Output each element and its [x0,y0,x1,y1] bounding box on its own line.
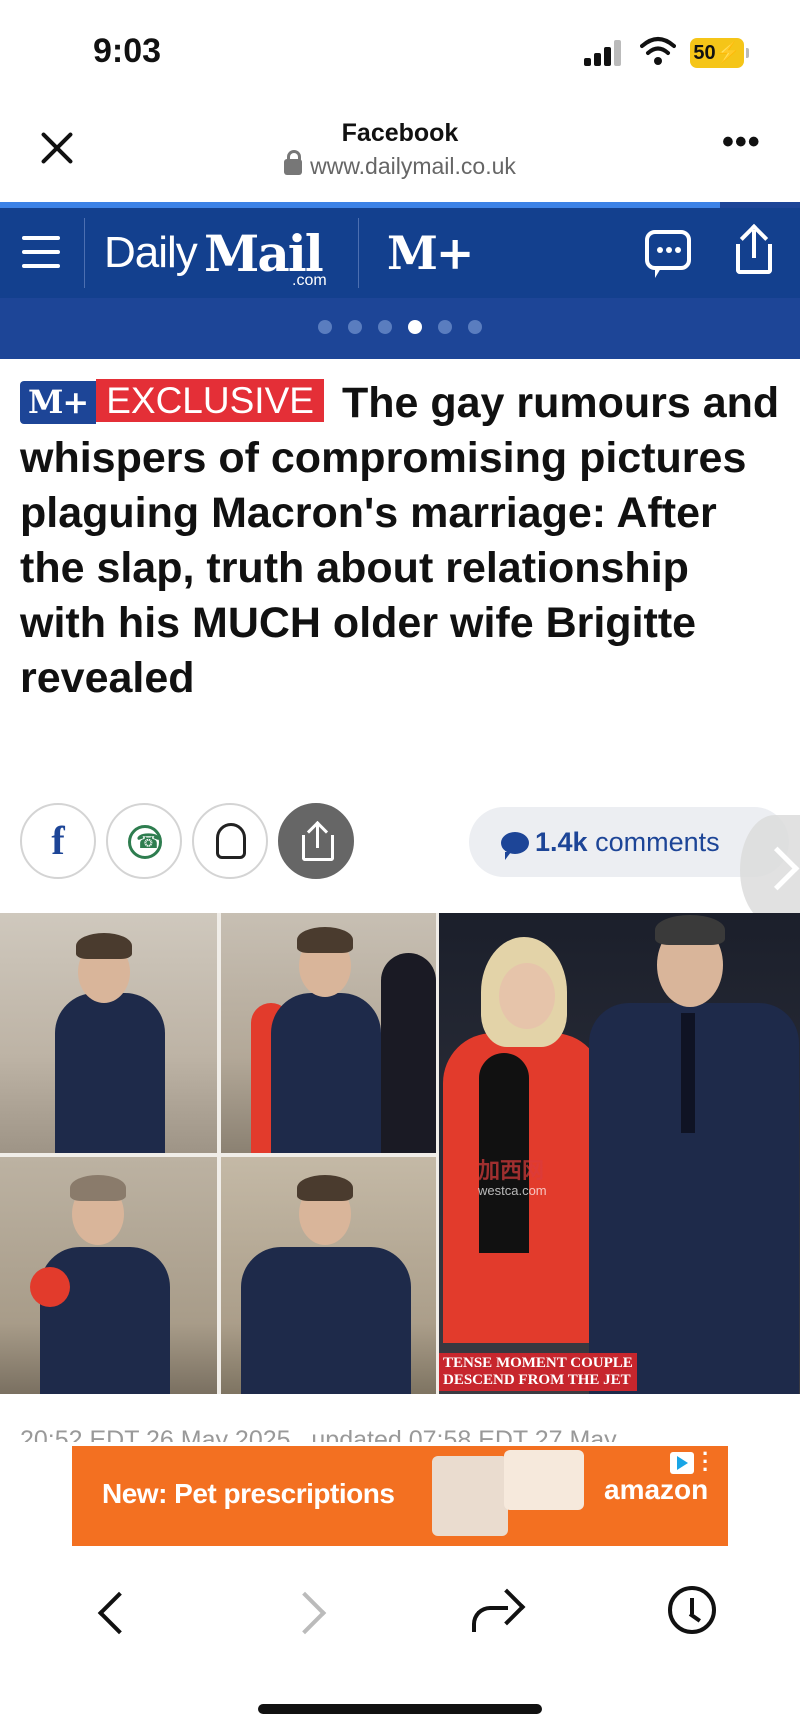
facebook-share-button[interactable]: f [20,803,96,879]
photo-macron-2 [221,913,436,1153]
comments-label: comments [595,827,720,857]
mplus-logo[interactable]: M+ [387,226,474,280]
page: 9:03 50⚡ Facebook www.dailymail.co.uk ••… [0,0,800,1731]
signal-icon [584,40,624,66]
ad-text: New: Pet prescriptions [102,1478,395,1509]
article-image[interactable]: 加西网 westca.com TENSE MOMENT COUPLE DESCEND… [0,913,800,1394]
battery-icon: 50⚡ [690,38,749,68]
browser-toolbar [0,1550,800,1731]
ad-image-pet [432,1456,508,1536]
home-indicator[interactable] [258,1704,542,1714]
photo-macron-1 [0,913,217,1153]
site-nav: Daily Mail .com M+ [0,208,800,298]
url-text: www.dailymail.co.uk [310,153,516,179]
snapchat-icon [216,823,246,859]
divider [84,218,85,288]
logo-daily[interactable]: Daily [104,228,198,278]
photo-macron-3 [0,1157,217,1394]
more-icon[interactable]: ••• [722,125,762,159]
badge-exclusive: EXCLUSIVE [96,379,324,422]
image-caption: TENSE MOMENT COUPLE DESCEND FROM THE JET [439,1353,637,1391]
browser-title: Facebook [341,119,459,147]
status-bar: 9:03 50⚡ [0,0,800,105]
comments-count: 1.4k [535,827,588,857]
site-header: Daily Mail .com M+ [0,202,800,359]
carousel-dot[interactable] [438,320,452,334]
back-icon[interactable] [97,1591,141,1635]
carousel-dot[interactable] [318,320,332,334]
caption-line-2: DESCEND FROM THE JET [443,1372,631,1388]
forward-icon[interactable] [283,1591,327,1635]
hamburger-icon[interactable] [22,232,60,272]
comment-bubble-icon [501,832,529,860]
forward-share-icon[interactable] [470,1588,526,1634]
comment-icon[interactable] [645,230,691,278]
ad-brand: amazon [604,1474,709,1505]
whatsapp-icon [128,825,162,859]
browser-url[interactable]: www.dailymail.co.uk [0,150,800,180]
watermark: 加西网 westca.com [478,1153,547,1198]
whatsapp-share-button[interactable] [106,803,182,879]
watermark-text: 加西网 [478,1158,545,1183]
browser-bar: Facebook www.dailymail.co.uk ••• [0,105,800,202]
article-headline: M+ EXCLUSIVE The gay rumours and whispers … [20,376,780,706]
ad-more-icon[interactable]: · · · [702,1443,709,1481]
lock-icon [284,150,303,175]
exclusive-badge: M+ EXCLUSIVE [20,378,324,424]
share-icon [302,820,334,861]
badge-mplus: M+ [20,381,97,424]
divider [358,218,359,288]
history-icon[interactable] [668,1586,716,1634]
ad-image-rx [504,1450,584,1510]
carousel-dots [0,320,800,339]
share-row: f 1.4k comments [20,803,800,883]
photo-macron-4 [221,1157,436,1394]
watermark-sub: westca.com [478,1183,547,1198]
carousel-dot[interactable] [348,320,362,334]
chevron-right-icon[interactable] [740,815,800,925]
headline-text: The gay rumours and whispers of compromi… [20,379,780,702]
share-icon[interactable] [734,223,774,276]
carousel-dot-active[interactable] [408,320,422,334]
ad-banner-wrap: New: Pet prescriptions amazon · · · [0,1442,800,1550]
more-share-button[interactable] [278,803,354,879]
snapchat-share-button[interactable] [192,803,268,879]
carousel-dot[interactable] [468,320,482,334]
logo-com: .com [292,272,327,289]
adchoices-icon[interactable] [670,1452,694,1474]
facebook-icon: f [51,818,65,863]
caption-line-1: TENSE MOMENT COUPLE [443,1355,633,1371]
carousel-dot[interactable] [378,320,392,334]
ad-banner[interactable]: New: Pet prescriptions amazon · · · [72,1443,728,1546]
status-time: 9:03 [93,32,162,70]
wifi-icon [640,37,676,65]
battery-level: 50 [693,42,716,64]
